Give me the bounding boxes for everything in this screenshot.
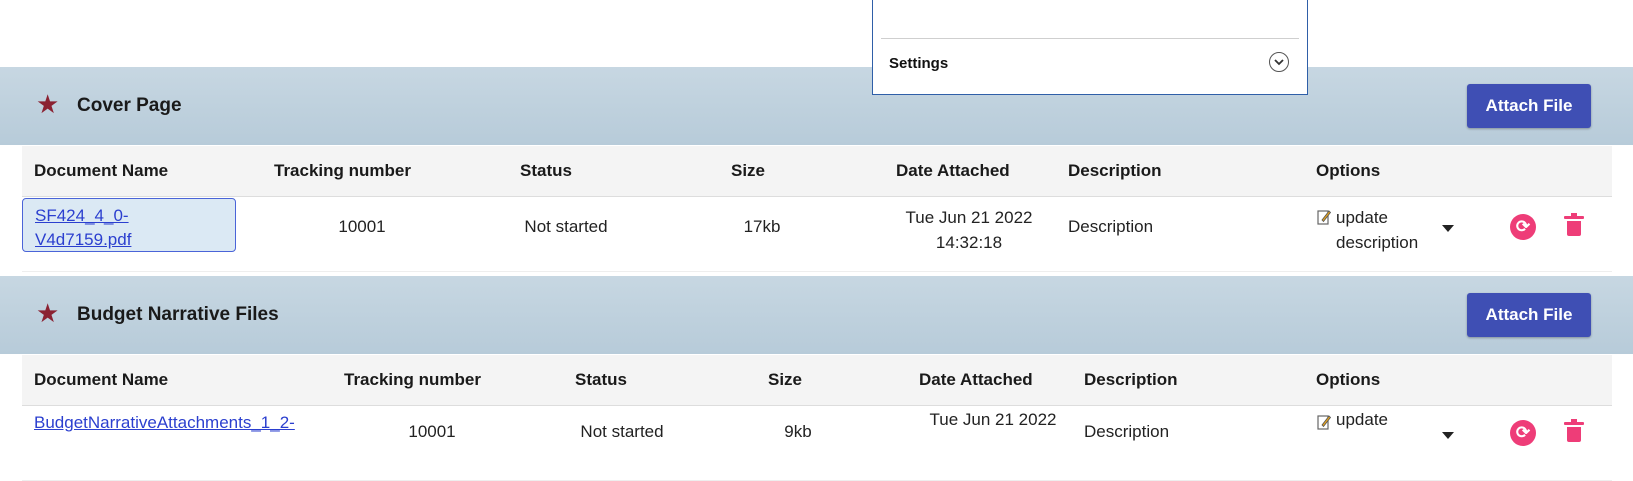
header-status: Status xyxy=(520,161,572,180)
table-row: SF424_4_0- V4d7159.pdf 10001 Not started… xyxy=(22,197,1612,272)
option-line1: update xyxy=(1336,208,1388,227)
edit-icon xyxy=(1317,414,1332,435)
status-text: Not started xyxy=(524,217,608,236)
date-line1: Tue Jun 21 2022 xyxy=(929,410,1057,429)
date-attached: Tue Jun 21 2022 14:32:18 xyxy=(864,205,1074,255)
tracking-number: 10001 xyxy=(338,217,386,236)
option-line2: description xyxy=(1336,233,1419,252)
settings-label[interactable]: Settings xyxy=(889,55,948,72)
chevron-down-icon[interactable] xyxy=(1269,52,1289,72)
section-header-cover-page: ★ Cover Page Attach File xyxy=(0,67,1633,145)
update-description-option[interactable]: update description xyxy=(1336,205,1418,255)
tracking-number: 10001 xyxy=(408,422,456,441)
caret-down-icon[interactable] xyxy=(1442,432,1454,439)
section-title: Budget Narrative Files xyxy=(77,304,279,325)
header-date-attached: Date Attached xyxy=(919,370,1033,389)
section-header-budget-narrative: ★ Budget Narrative Files Attach File xyxy=(0,276,1633,354)
file-size: 9kb xyxy=(784,422,812,441)
star-icon: ★ xyxy=(36,89,60,119)
table-row: BudgetNarrativeAttachments_1_2- 10001 No… xyxy=(22,406,1612,481)
document-link[interactable]: BudgetNarrativeAttachments_1_2- xyxy=(22,407,322,461)
caret-down-icon[interactable] xyxy=(1442,225,1454,232)
header-status: Status xyxy=(575,370,627,389)
sync-icon[interactable]: ⟳ xyxy=(1510,214,1536,240)
description-text: Description xyxy=(1084,422,1170,441)
header-options: Options xyxy=(1316,370,1381,389)
settings-popup: Settings xyxy=(872,0,1308,95)
edit-icon xyxy=(1317,209,1332,230)
header-tracking-number: Tracking number xyxy=(274,161,411,180)
description-text: Description xyxy=(1068,217,1154,236)
status-text: Not started xyxy=(580,422,664,441)
header-options: Options xyxy=(1316,161,1381,180)
section-title: Cover Page xyxy=(77,95,182,116)
document-name-line1: SF424_4_0- xyxy=(35,206,129,225)
popup-divider xyxy=(881,38,1299,39)
header-date-attached: Date Attached xyxy=(896,161,1010,180)
document-name-line2: V4d7159.pdf xyxy=(35,230,132,249)
header-tracking-number: Tracking number xyxy=(344,370,481,389)
attach-file-button[interactable]: Attach File xyxy=(1467,84,1591,128)
date-line1: Tue Jun 21 2022 xyxy=(905,208,1033,227)
document-name-line1: BudgetNarrativeAttachments_1_2- xyxy=(34,413,295,432)
header-document-name: Document Name xyxy=(34,161,169,180)
header-size: Size xyxy=(731,161,766,180)
trash-icon[interactable] xyxy=(1564,213,1584,236)
header-document-name: Document Name xyxy=(34,370,169,389)
header-description: Description xyxy=(1084,370,1178,389)
update-description-option[interactable]: update xyxy=(1336,410,1388,430)
attach-file-button[interactable]: Attach File xyxy=(1467,293,1591,337)
header-description: Description xyxy=(1068,161,1162,180)
trash-icon[interactable] xyxy=(1564,419,1584,442)
sync-icon[interactable]: ⟳ xyxy=(1510,420,1536,446)
date-line2: 14:32:18 xyxy=(935,233,1003,252)
document-link[interactable]: SF424_4_0- V4d7159.pdf xyxy=(22,198,236,252)
star-icon: ★ xyxy=(36,298,60,328)
table-header: Document Name Tracking number Status Siz… xyxy=(22,146,1612,197)
header-size: Size xyxy=(768,370,803,389)
file-size: 17kb xyxy=(743,217,781,236)
table-header: Document Name Tracking number Status Siz… xyxy=(22,355,1612,406)
